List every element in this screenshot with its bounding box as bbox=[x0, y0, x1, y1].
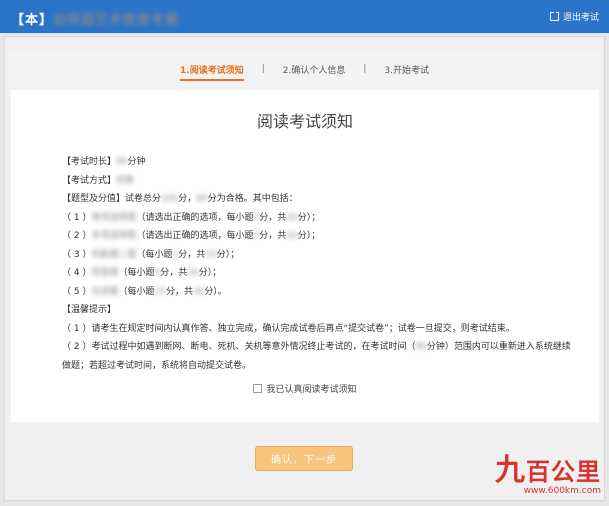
item-text: （请选出正确的选项，每小题 bbox=[136, 231, 254, 241]
duration-unit: 分钟 bbox=[127, 157, 146, 167]
score-total: 100 bbox=[161, 194, 179, 204]
item-text: 分）； bbox=[297, 212, 321, 223]
confirm-next-button[interactable]: 确认，下一步 bbox=[255, 446, 353, 471]
tips-label: 【温馨提示】 bbox=[62, 305, 117, 315]
item-type: 多项选择题 bbox=[91, 231, 137, 241]
tip-2: （ 2 ）考试过程中如遇到断网、断电、死机、关机等意外情况终止考试的，在考试时间… bbox=[62, 338, 572, 375]
score-line: 【题型及分值】试卷总分100分，60分为合格。其中包括： bbox=[62, 190, 572, 209]
watermark-logo-text: 九百公里 bbox=[495, 456, 601, 486]
item-total: 20 bbox=[286, 231, 298, 241]
duration-label: 【考试时长】 bbox=[62, 157, 117, 167]
score-text: 分， bbox=[178, 194, 197, 204]
item-points: 1 bbox=[172, 249, 179, 260]
question-type-item: （ 2 ）多项选择题（请选出正确的选项，每小题2分，共20分）； bbox=[62, 227, 572, 246]
score-pass: 60 bbox=[196, 194, 208, 204]
step-read-notice: 1.阅读考试须知 bbox=[180, 63, 244, 81]
notice-card: 阅读考试须知 【考试时长】90分钟 【考试方式】闭卷 【题型及分值】试卷总分10… bbox=[11, 90, 599, 422]
step-start-exam: 3.开始考试 bbox=[384, 65, 429, 76]
item-number: （ 3 ） bbox=[62, 249, 92, 260]
duration-line: 【考试时长】90分钟 bbox=[62, 153, 572, 172]
exit-exam-button[interactable]: 退出考试 bbox=[549, 10, 599, 23]
item-points: 15 bbox=[154, 286, 166, 297]
step-indicator: 1.阅读考试须知 | 2.确认个人信息 | 3.开始考试 bbox=[9, 50, 600, 88]
item-number: （ 5 ） bbox=[62, 286, 92, 297]
item-points: 5 bbox=[154, 268, 161, 278]
score-text: 试卷总分 bbox=[125, 194, 162, 204]
top-header-bar: 【本】幼师园艺术教育考题 退出考试 bbox=[0, 0, 609, 33]
item-text: 分）； bbox=[297, 231, 321, 241]
item-points: 2 bbox=[253, 231, 260, 241]
item-text: （每小题 bbox=[118, 286, 155, 297]
item-text: 分，共 bbox=[165, 286, 193, 297]
duration-value: 90 bbox=[116, 157, 128, 167]
brand-prefix: 【本】 bbox=[11, 13, 54, 28]
item-text: （每小题 bbox=[118, 268, 155, 278]
method-line: 【考试方式】闭卷 bbox=[62, 172, 572, 191]
step-confirm-info: 2.确认个人信息 bbox=[282, 65, 346, 76]
item-type: 论述题 bbox=[91, 286, 119, 297]
item-text: （请选出正确的选项，每小题 bbox=[136, 212, 254, 223]
question-type-item: （ 4 ）简答题（每小题5分，共20分）； bbox=[62, 264, 572, 283]
method-value: 闭卷 bbox=[116, 175, 135, 186]
tip-2-text: （ 2 ）考试过程中如遇到断网、断电、死机、关机等意外情况终止考试的，在考试时间… bbox=[62, 342, 416, 352]
method-label: 【考试方式】 bbox=[62, 175, 117, 186]
item-text: 分，共 bbox=[259, 212, 287, 223]
item-text: 分）； bbox=[198, 268, 222, 278]
step-separator: | bbox=[363, 64, 367, 74]
score-text: 分为合格。其中包括： bbox=[207, 194, 298, 204]
question-type-item: （ 1 ）单项选择题（请选出正确的选项，每小题1分，共20分）； bbox=[62, 209, 572, 228]
item-number: （ 1 ） bbox=[62, 212, 92, 223]
item-total: 20 bbox=[286, 212, 298, 223]
watermark-logo-rest: 百公里 bbox=[526, 458, 601, 486]
score-label: 【题型及分值】 bbox=[62, 194, 126, 204]
item-type: 单项选择题 bbox=[91, 212, 137, 223]
item-total: 10 bbox=[205, 249, 217, 260]
item-points: 1 bbox=[253, 212, 260, 223]
exit-exam-label: 退出考试 bbox=[562, 13, 599, 23]
notice-content: 【考试时长】90分钟 【考试方式】闭卷 【题型及分值】试卷总分100分，60分为… bbox=[62, 153, 572, 375]
page-title: 阅读考试须知 bbox=[256, 112, 353, 131]
item-number: （ 2 ） bbox=[62, 231, 92, 241]
item-text: 分）。 bbox=[204, 286, 227, 297]
question-type-item: （ 5 ）论述题（每小题15分，共30分）。 bbox=[62, 283, 572, 302]
brand-name: 幼师园艺术教育考题 bbox=[53, 13, 180, 28]
item-total: 20 bbox=[187, 268, 199, 278]
agree-checkbox[interactable] bbox=[253, 384, 263, 393]
item-text: 分，共 bbox=[160, 268, 188, 278]
step-separator: | bbox=[261, 64, 265, 74]
item-text: （每小题 bbox=[136, 249, 173, 260]
item-type: 判断题二题 bbox=[91, 249, 137, 260]
watermark-logo: 九百公里 www.600km.com bbox=[495, 456, 601, 497]
item-type: 简答题 bbox=[91, 268, 119, 278]
power-icon bbox=[549, 10, 559, 21]
tip-2-duration: 90 bbox=[415, 342, 427, 352]
agree-row[interactable]: 我已认真阅读考试须知 bbox=[11, 382, 599, 395]
question-type-item: （ 3 ）判断题二题（每小题1分，共10分）； bbox=[62, 246, 572, 265]
brand-title: 【本】幼师园艺术教育考题 bbox=[11, 9, 179, 28]
agree-label[interactable]: 我已认真阅读考试须知 bbox=[266, 382, 356, 395]
tip-1: （ 1 ）请考生在规定时间内认真作答、独立完成，确认完成试卷后再点“提交试卷”；… bbox=[62, 323, 515, 334]
item-total: 30 bbox=[192, 286, 205, 297]
item-number: （ 4 ） bbox=[62, 268, 92, 278]
item-text: 分）； bbox=[216, 249, 240, 260]
item-text: 分，共 bbox=[259, 231, 287, 241]
watermark-logo-big: 九 bbox=[495, 453, 526, 488]
item-text: 分，共 bbox=[178, 249, 206, 260]
